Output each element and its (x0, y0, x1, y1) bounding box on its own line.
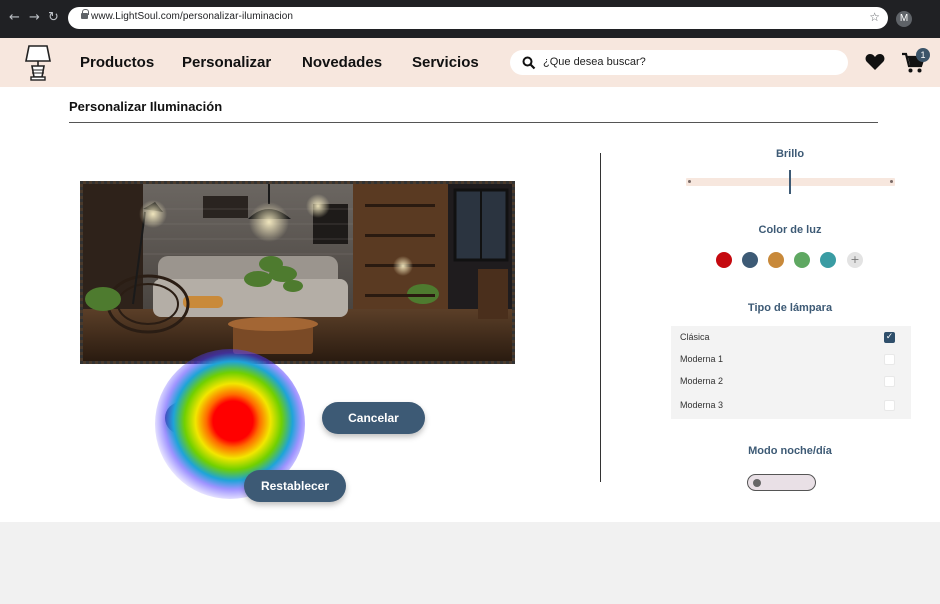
page-title: Personalizar Iluminación (69, 99, 223, 114)
living-room-photo (83, 184, 512, 361)
title-divider (69, 122, 878, 123)
lamp-type-moderna1-checkbox[interactable] (884, 354, 895, 365)
address-bar[interactable]: www.LightSoul.com/personalizar-iluminaci… (68, 7, 888, 29)
lamp-type-moderna2-label: Moderna 2 (680, 376, 724, 386)
search-placeholder: ¿Que desea buscar? (543, 56, 646, 68)
nav-personalizar[interactable]: Personalizar (182, 54, 271, 71)
lamp-type-moderna2-checkbox[interactable] (884, 376, 895, 387)
add-color-button[interactable]: + (847, 252, 863, 268)
lamp-type-label: Tipo de lámpara (747, 302, 833, 314)
lamp-type-clasica-label: Clásica (680, 332, 710, 342)
lamp-type-moderna3-checkbox[interactable] (884, 400, 895, 411)
color-swatch-green[interactable] (794, 252, 810, 268)
color-swatch-red[interactable] (716, 252, 732, 268)
heart-icon[interactable] (865, 53, 885, 71)
room-preview-image[interactable] (80, 181, 515, 364)
lock-icon (81, 9, 89, 19)
nav-productos[interactable]: Productos (80, 54, 154, 71)
nav-servicios[interactable]: Servicios (412, 54, 479, 71)
browser-toolbar: ← → ↻ www.LightSoul.com/personalizar-ilu… (0, 0, 940, 38)
lamp-icon[interactable] (25, 44, 51, 82)
cancel-button[interactable]: Cancelar (322, 402, 425, 434)
search-icon (522, 56, 536, 70)
lamp-type-moderna1-label: Moderna 1 (680, 354, 724, 364)
color-swatch-blue[interactable] (742, 252, 758, 268)
toggle-knob (753, 479, 761, 487)
slider-max-dot (890, 180, 893, 183)
url-text: www.LightSoul.com/personalizar-iluminaci… (91, 11, 294, 22)
bookmark-star-icon[interactable]: ☆ (869, 10, 880, 24)
night-day-mode-label: Modo noche/día (748, 445, 832, 457)
back-icon[interactable]: ← (9, 10, 20, 26)
lamp-type-clasica-checkbox[interactable]: ✓ (884, 332, 895, 343)
slider-min-dot (688, 180, 691, 183)
lamp-type-moderna3-label: Moderna 3 (680, 400, 724, 410)
column-divider (600, 153, 601, 482)
cart-count-badge: 1 (916, 48, 930, 62)
nav-novedades[interactable]: Novedades (302, 54, 382, 71)
reset-button[interactable]: Restablecer (244, 470, 346, 502)
night-day-toggle[interactable] (747, 474, 816, 491)
color-swatch-amber[interactable] (768, 252, 784, 268)
search-input[interactable]: ¿Que desea buscar? (510, 50, 848, 75)
profile-avatar[interactable]: M (896, 11, 912, 27)
brightness-label: Brillo (775, 148, 805, 160)
brightness-slider-thumb[interactable] (789, 170, 791, 194)
light-color-label: Color de luz (758, 224, 822, 236)
color-swatch-teal[interactable] (820, 252, 836, 268)
forward-icon[interactable]: → (29, 10, 40, 26)
reload-icon[interactable]: ↻ (48, 10, 59, 26)
